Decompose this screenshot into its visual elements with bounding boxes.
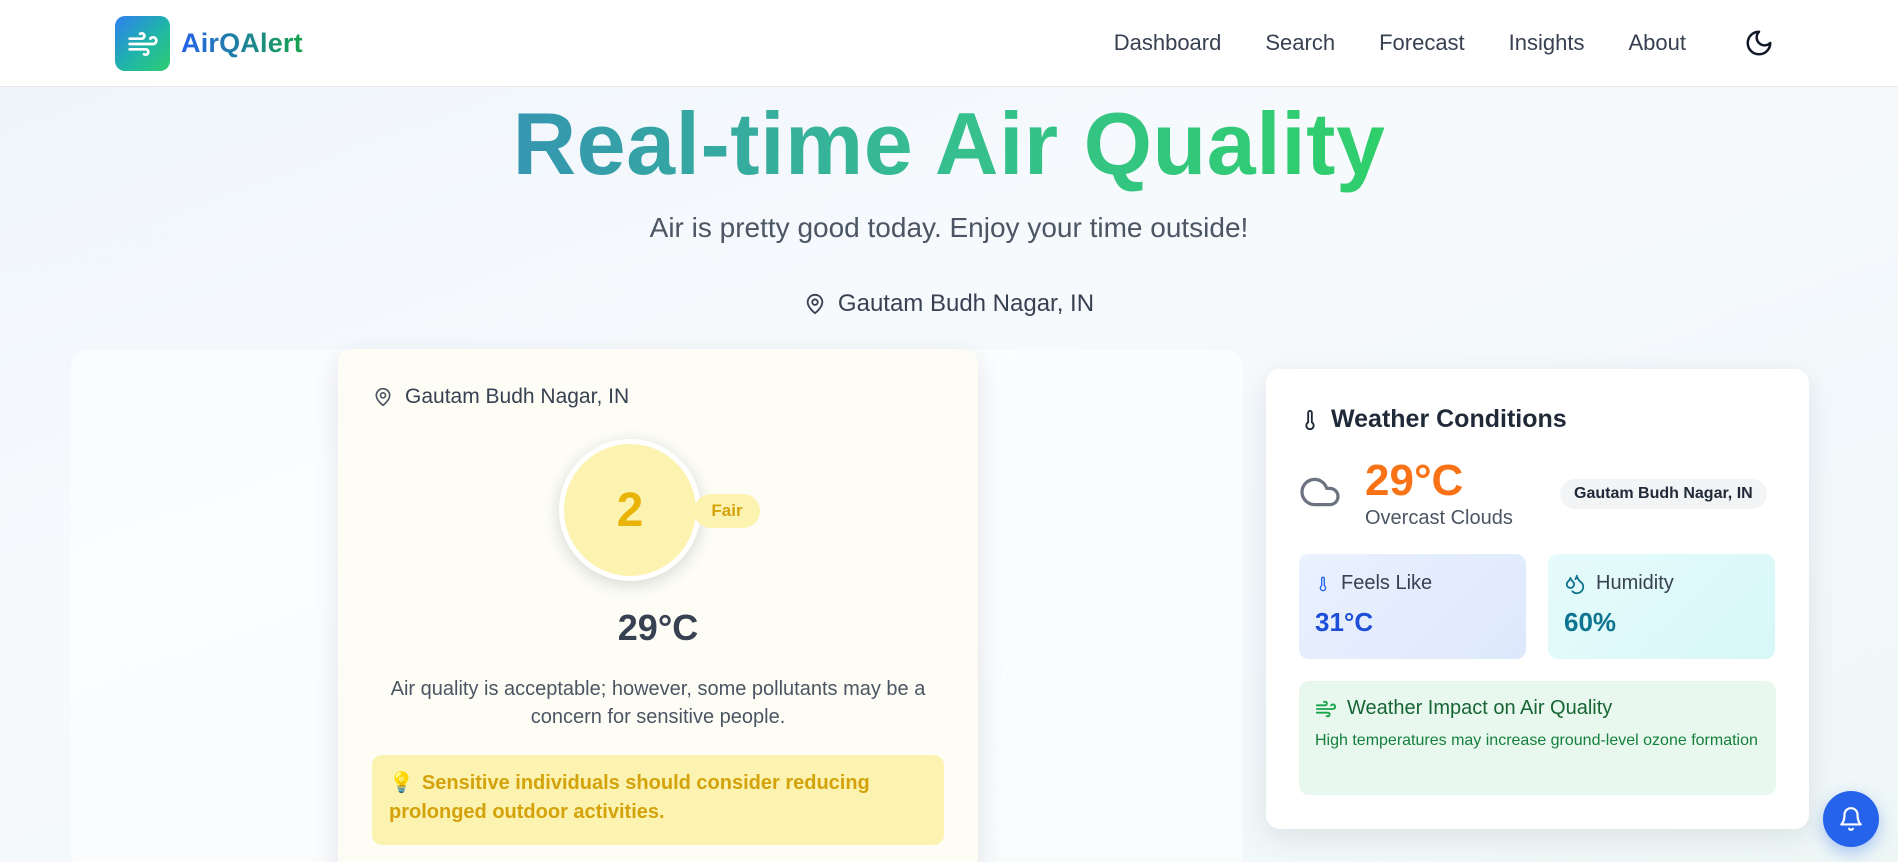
feels-like-label: Feels Like [1341,572,1433,594]
brand-name: AirQAlert [181,28,303,58]
droplets-icon [1565,574,1585,594]
feels-like-tile: Feels Like 31°C [1299,554,1526,659]
aqi-card: Gautam Budh Nagar, IN 2 Fair 29°C Air qu… [338,349,978,862]
thermometer-icon [1305,409,1315,430]
aqi-card-location-text: Gautam Budh Nagar, IN [405,385,630,408]
aqi-card-location: Gautam Budh Nagar, IN [373,385,629,409]
nav-dashboard[interactable]: Dashboard [1114,29,1222,57]
weather-location-badge: Gautam Budh Nagar, IN [1560,479,1767,509]
hero-title: Real-time Air Quality [512,94,1386,193]
lightbulb-icon: 💡 [389,772,414,794]
nav-forecast[interactable]: Forecast [1379,29,1465,57]
weather-impact-title: Weather Impact on Air Quality [1347,697,1613,719]
humidity-label: Humidity [1596,572,1674,594]
health-advice-text: Sensitive individuals should consider re… [389,772,870,823]
top-nav-bar: AirQAlert Dashboard Search Forecast Insi… [0,0,1898,87]
nav-search[interactable]: Search [1265,29,1335,57]
humidity-tile: Humidity 60% [1548,554,1775,659]
nav-about[interactable]: About [1629,29,1687,57]
wind-icon [1315,700,1337,717]
hero-subtitle: Air is pretty good today. Enjoy your tim… [649,212,1249,243]
nav-insights[interactable]: Insights [1509,29,1585,57]
thermometer-icon [1319,576,1327,591]
health-advice: 💡 Sensitive individuals should consider r… [372,755,944,845]
main-nav: Dashboard Search Forecast Insights About [1070,29,1686,57]
aqi-value: 2 [559,439,701,581]
bell-icon [1840,807,1862,831]
weather-card-title: Weather Conditions [1331,405,1567,433]
brand-logo[interactable]: AirQAlert [115,16,303,71]
weather-impact-text: High temperatures may increase ground-le… [1315,732,1758,749]
weather-card: Weather Conditions 29°C Overcast Clouds … [1266,369,1809,829]
map-pin-icon [375,387,391,407]
aqi-status-badge: Fair [694,494,760,528]
map-pin-icon [806,293,824,315]
aqi-card-temperature: 29°C [617,607,699,648]
moon-icon[interactable] [1744,28,1774,58]
wind-logo-icon [115,16,170,71]
aqi-description: Air quality is acceptable; however, some… [390,678,926,728]
hero-location: Gautam Budh Nagar, IN [0,290,1898,318]
humidity-value: 60% [1564,607,1617,637]
notification-button[interactable] [1823,791,1879,847]
cloud-icon [1298,474,1342,515]
hero-location-text: Gautam Budh Nagar, IN [837,290,1095,317]
weather-temperature: 29°C [1365,456,1464,505]
weather-card-header: Weather Conditions [1299,405,1567,434]
weather-impact-box: Weather Impact on Air Quality High tempe… [1299,681,1776,795]
weather-condition: Overcast Clouds [1365,507,1513,529]
feels-like-value: 31°C [1315,607,1374,637]
